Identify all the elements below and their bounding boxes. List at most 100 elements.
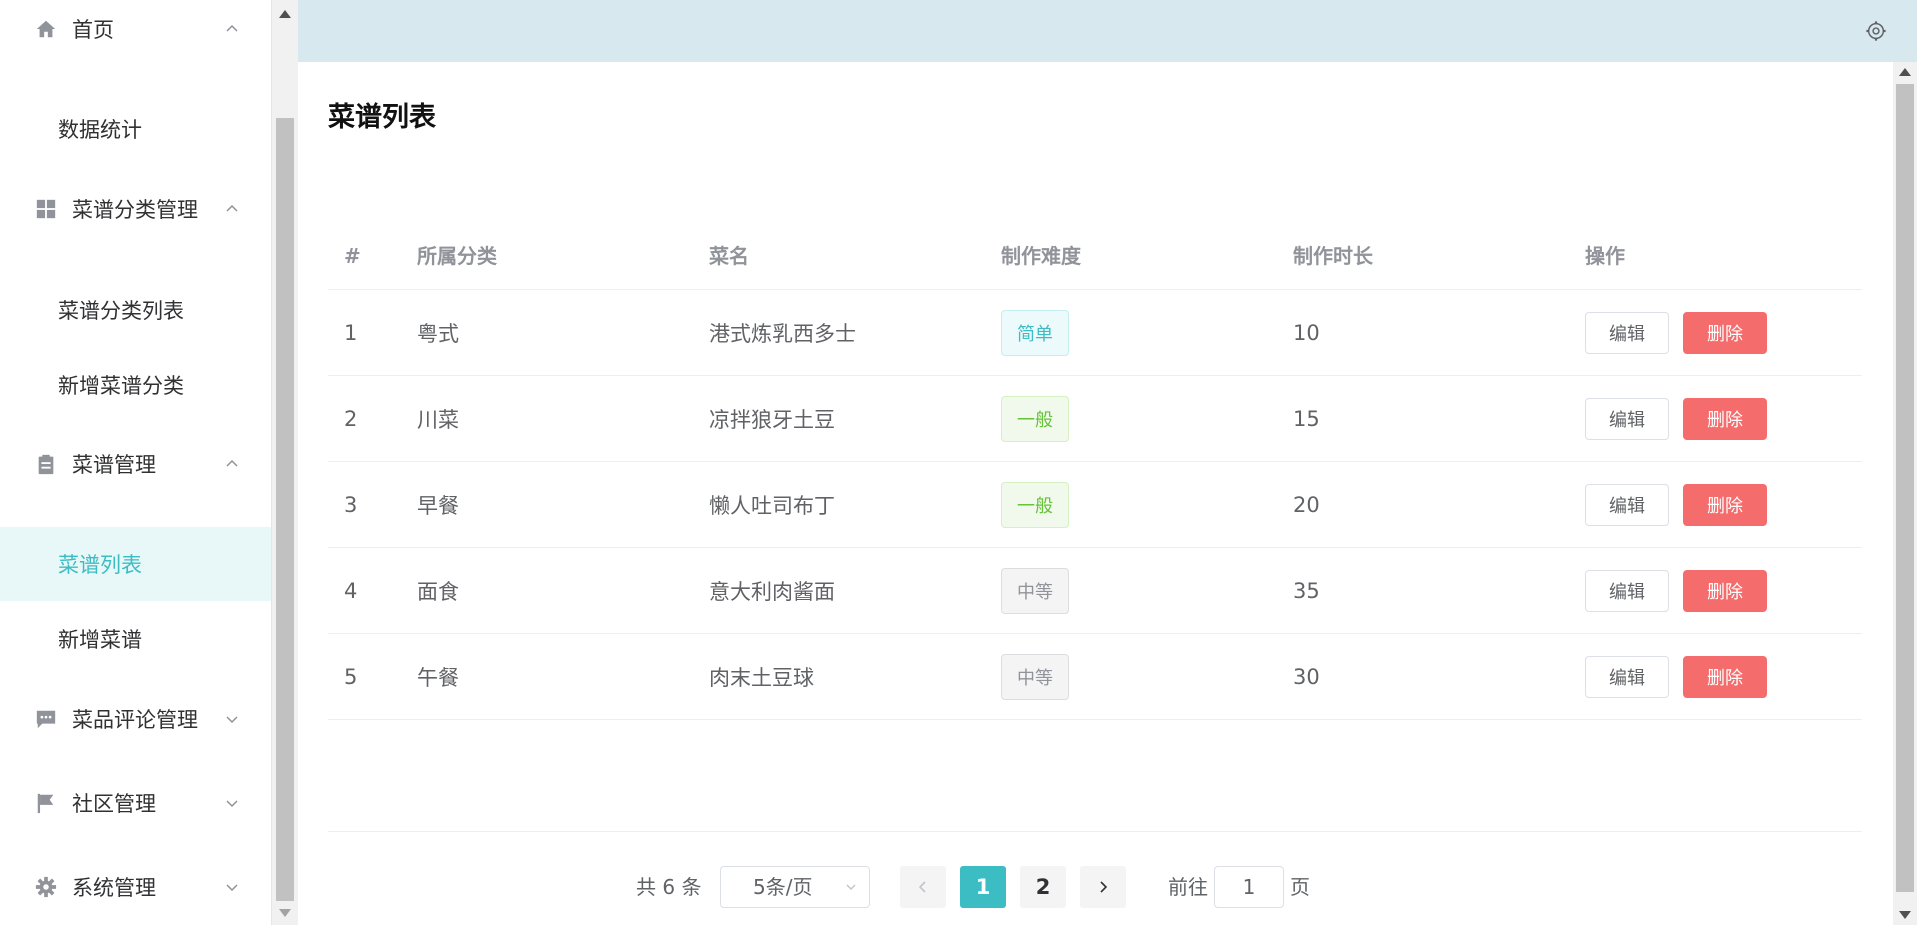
cell-name: 凉拌狼牙土豆 <box>709 408 835 432</box>
edit-button[interactable]: 编辑 <box>1585 484 1669 526</box>
sidebar-item-label: 菜谱列表 <box>58 553 142 577</box>
page-title: 菜谱列表 <box>328 102 436 133</box>
cell-duration: 15 <box>1293 407 1320 431</box>
sidebar-group-category-mgmt[interactable]: 菜谱分类管理 <box>0 172 271 246</box>
goto-label: 前往 <box>1168 875 1208 899</box>
gear-icon <box>34 875 58 899</box>
page-button-1[interactable]: 1 <box>960 866 1006 908</box>
goto-page-input[interactable] <box>1214 866 1284 908</box>
cell-category: 粤式 <box>417 322 459 346</box>
page-size-select[interactable]: 5条/页 <box>720 866 870 908</box>
sidebar-group-community-mgmt[interactable]: 社区管理 <box>0 766 271 840</box>
sidebar-item-recipe-add[interactable]: 新增菜谱 <box>0 602 271 676</box>
column-header-difficulty: 制作难度 <box>1001 244 1081 268</box>
scroll-down-arrow-icon[interactable] <box>1899 911 1911 919</box>
cell-duration: 35 <box>1293 579 1320 603</box>
pagination-total: 共 6 条 <box>636 875 702 899</box>
scroll-down-arrow-icon[interactable] <box>279 909 291 917</box>
delete-button[interactable]: 删除 <box>1683 656 1767 698</box>
sidebar-group-label: 社区管理 <box>72 792 156 816</box>
scrollbar-thumb[interactable] <box>276 118 294 901</box>
settings-gear-icon[interactable] <box>1865 20 1887 42</box>
cell-duration: 10 <box>1293 321 1320 345</box>
cell-difficulty: 简单 <box>1001 290 1069 376</box>
cell-duration: 20 <box>1293 493 1320 517</box>
sidebar-item-label: 菜谱分类列表 <box>58 299 184 323</box>
scroll-up-arrow-icon[interactable] <box>279 10 291 18</box>
prev-page-button[interactable] <box>900 866 946 908</box>
sidebar-item-stats[interactable]: 数据统计 <box>0 92 271 166</box>
chevron-down-icon <box>226 884 238 892</box>
pagination: 共 6 条 5条/页 1 2 前往 页 <box>298 866 1893 908</box>
cell-index: 5 <box>344 665 358 689</box>
sidebar-item-label: 数据统计 <box>58 118 142 142</box>
page-button-2[interactable]: 2 <box>1020 866 1066 908</box>
edit-button[interactable]: 编辑 <box>1585 398 1669 440</box>
difficulty-tag: 中等 <box>1001 654 1069 700</box>
sidebar-group-comment-mgmt[interactable]: 菜品评论管理 <box>0 682 271 756</box>
delete-button[interactable]: 删除 <box>1683 312 1767 354</box>
cell-difficulty: 一般 <box>1001 376 1069 462</box>
cell-actions: 编辑 删除 <box>1585 634 1767 720</box>
sidebar-item-category-list[interactable]: 菜谱分类列表 <box>0 273 271 347</box>
cell-category: 早餐 <box>417 494 459 518</box>
chevron-right-icon <box>1100 881 1108 893</box>
cell-name: 肉末土豆球 <box>709 666 814 690</box>
difficulty-tag: 一般 <box>1001 482 1069 528</box>
main-scrollbar[interactable] <box>1893 62 1917 925</box>
cell-index: 2 <box>344 407 358 431</box>
edit-button[interactable]: 编辑 <box>1585 312 1669 354</box>
main-content: 菜谱列表 # 所属分类 菜名 制作难度 制作时长 操作 1 粤式 港式炼乳西多士 简单… <box>298 62 1893 925</box>
chevron-up-icon <box>226 204 238 212</box>
recipe-table: # 所属分类 菜名 制作难度 制作时长 操作 1 粤式 港式炼乳西多士 简单 10 编辑删… <box>328 222 1862 720</box>
cell-index: 4 <box>344 579 358 603</box>
chevron-down-icon <box>226 800 238 808</box>
delete-button[interactable]: 删除 <box>1683 570 1767 612</box>
cell-actions: 编辑 删除 <box>1585 376 1767 462</box>
cell-difficulty: 中等 <box>1001 548 1069 634</box>
cell-difficulty: 一般 <box>1001 462 1069 548</box>
cell-actions: 编辑 删除 <box>1585 290 1767 376</box>
sidebar: 首页 数据统计 菜谱分类管理 菜谱分类列表 新增菜谱分类 菜谱管理 菜谱列表 新… <box>0 0 272 925</box>
sidebar-scrollbar[interactable] <box>272 0 298 925</box>
scrollbar-thumb[interactable] <box>1896 84 1914 892</box>
cell-index: 1 <box>344 321 358 345</box>
delete-button[interactable]: 删除 <box>1683 484 1767 526</box>
home-icon <box>34 17 58 41</box>
chevron-up-icon <box>226 459 238 467</box>
cell-duration: 30 <box>1293 665 1320 689</box>
table-row: 1 粤式 港式炼乳西多士 简单 10 编辑 删除 <box>328 290 1862 376</box>
next-page-button[interactable] <box>1080 866 1126 908</box>
difficulty-tag: 一般 <box>1001 396 1069 442</box>
cell-name: 意大利肉酱面 <box>709 580 835 604</box>
clipboard-icon <box>34 452 58 476</box>
table-body: 1 粤式 港式炼乳西多士 简单 10 编辑 删除 2 川菜 凉拌狼牙土豆 一般 15 编辑 删除 3 早餐 懒人… <box>328 290 1862 720</box>
sidebar-group-label: 系统管理 <box>72 876 156 900</box>
page-suffix-label: 页 <box>1290 875 1310 899</box>
column-header-duration: 制作时长 <box>1293 244 1373 268</box>
sidebar-group-label: 菜品评论管理 <box>72 708 198 732</box>
sidebar-group-system-mgmt[interactable]: 系统管理 <box>0 850 271 924</box>
edit-button[interactable]: 编辑 <box>1585 656 1669 698</box>
page-size-value: 5条/页 <box>753 875 813 899</box>
difficulty-tag: 简单 <box>1001 310 1069 356</box>
scroll-up-arrow-icon[interactable] <box>1899 68 1911 76</box>
cell-category: 面食 <box>417 580 459 604</box>
sidebar-item-recipe-list[interactable]: 菜谱列表 <box>0 527 271 601</box>
chevron-left-icon <box>918 881 926 893</box>
column-header-category: 所属分类 <box>417 244 497 268</box>
edit-button[interactable]: 编辑 <box>1585 570 1669 612</box>
cell-category: 川菜 <box>417 408 459 432</box>
table-row: 2 川菜 凉拌狼牙土豆 一般 15 编辑 删除 <box>328 376 1862 462</box>
sidebar-item-category-add[interactable]: 新增菜谱分类 <box>0 348 271 422</box>
sidebar-group-label: 菜谱管理 <box>72 453 156 477</box>
chevron-down-icon <box>846 884 856 890</box>
sidebar-group-home[interactable]: 首页 <box>0 0 271 66</box>
grid-icon <box>34 197 58 221</box>
comment-icon <box>34 707 58 731</box>
cell-actions: 编辑 删除 <box>1585 462 1767 548</box>
delete-button[interactable]: 删除 <box>1683 398 1767 440</box>
flag-icon <box>34 791 58 815</box>
top-header <box>298 0 1917 62</box>
sidebar-group-recipe-mgmt[interactable]: 菜谱管理 <box>0 427 271 501</box>
